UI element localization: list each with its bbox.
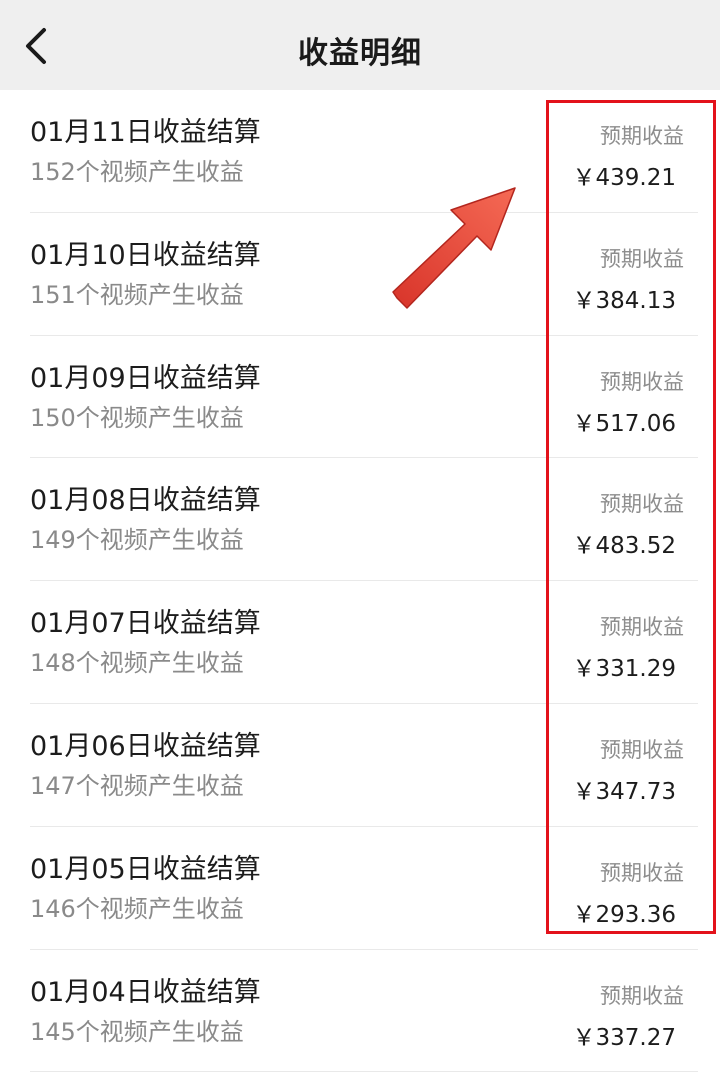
earnings-row[interactable]: 01月11日收益结算 152个视频产生收益 预期收益 ￥439.21 (0, 90, 720, 213)
expected-earnings-amount: ￥384.13 (572, 287, 676, 314)
settlement-title: 01月08日收益结算 (30, 485, 261, 517)
expected-earnings-label: 预期收益 (600, 860, 684, 885)
settlement-title: 01月04日收益结算 (30, 976, 261, 1008)
video-count: 148个视频产生收益 (30, 649, 244, 678)
expected-earnings-amount: ￥517.06 (572, 410, 676, 437)
expected-earnings-label: 预期收益 (600, 615, 684, 640)
settlement-title: 01月06日收益结算 (30, 730, 261, 762)
expected-earnings-amount: ￥347.73 (572, 778, 676, 805)
settlement-title: 01月05日收益结算 (30, 853, 261, 885)
expected-earnings-amount: ￥293.36 (572, 901, 676, 928)
expected-earnings-label: 预期收益 (600, 124, 684, 148)
expected-earnings-label: 预期收益 (600, 246, 684, 271)
expected-earnings-label: 预期收益 (600, 737, 684, 762)
video-count: 149个视频产生收益 (30, 526, 244, 555)
expected-earnings-label: 预期收益 (600, 369, 684, 394)
expected-earnings-amount: ￥483.52 (572, 533, 676, 560)
expected-earnings-amount: ￥331.29 (572, 656, 676, 683)
expected-earnings-label: 预期收益 (600, 492, 684, 517)
earnings-row[interactable]: 01月05日收益结算 146个视频产生收益 预期收益 ￥293.36 (0, 827, 720, 950)
page-title: 收益明细 (298, 36, 422, 71)
expected-earnings-label: 预期收益 (600, 983, 684, 1008)
earnings-row[interactable]: 01月06日收益结算 147个视频产生收益 预期收益 ￥347.73 (0, 704, 720, 827)
video-count: 150个视频产生收益 (30, 403, 244, 432)
settlement-title: 01月10日收益结算 (30, 239, 261, 271)
earnings-row[interactable]: 01月09日收益结算 150个视频产生收益 预期收益 ￥517.06 (0, 336, 720, 459)
video-count: 146个视频产生收益 (30, 894, 244, 923)
earnings-row[interactable]: 01月08日收益结算 149个视频产生收益 预期收益 ￥483.52 (0, 458, 720, 582)
navigation-bar: 收益明细 (0, 0, 720, 90)
video-count: 152个视频产生收益 (30, 158, 244, 186)
earnings-list: 01月11日收益结算 152个视频产生收益 预期收益 ￥439.21 01月10… (0, 90, 720, 1072)
earnings-detail-page: 收益明细 01月11日收益结算 152个视频产生收益 预期收益 ￥439.21 … (0, 0, 720, 1072)
video-count: 147个视频产生收益 (30, 771, 244, 800)
video-count: 151个视频产生收益 (30, 280, 244, 309)
settlement-title: 01月07日收益结算 (30, 608, 261, 640)
settlement-title: 01月09日收益结算 (30, 362, 261, 394)
earnings-row[interactable]: 01月10日收益结算 151个视频产生收益 预期收益 ￥384.13 (0, 213, 720, 336)
expected-earnings-amount: ￥439.21 (572, 165, 676, 191)
settlement-title: 01月11日收益结算 (30, 117, 261, 148)
earnings-row[interactable]: 01月07日收益结算 148个视频产生收益 预期收益 ￥331.29 (0, 581, 720, 704)
earnings-row[interactable]: 01月04日收益结算 145个视频产生收益 预期收益 ￥337.27 (0, 950, 720, 1072)
expected-earnings-amount: ￥337.27 (572, 1024, 676, 1051)
video-count: 145个视频产生收益 (30, 1017, 244, 1046)
